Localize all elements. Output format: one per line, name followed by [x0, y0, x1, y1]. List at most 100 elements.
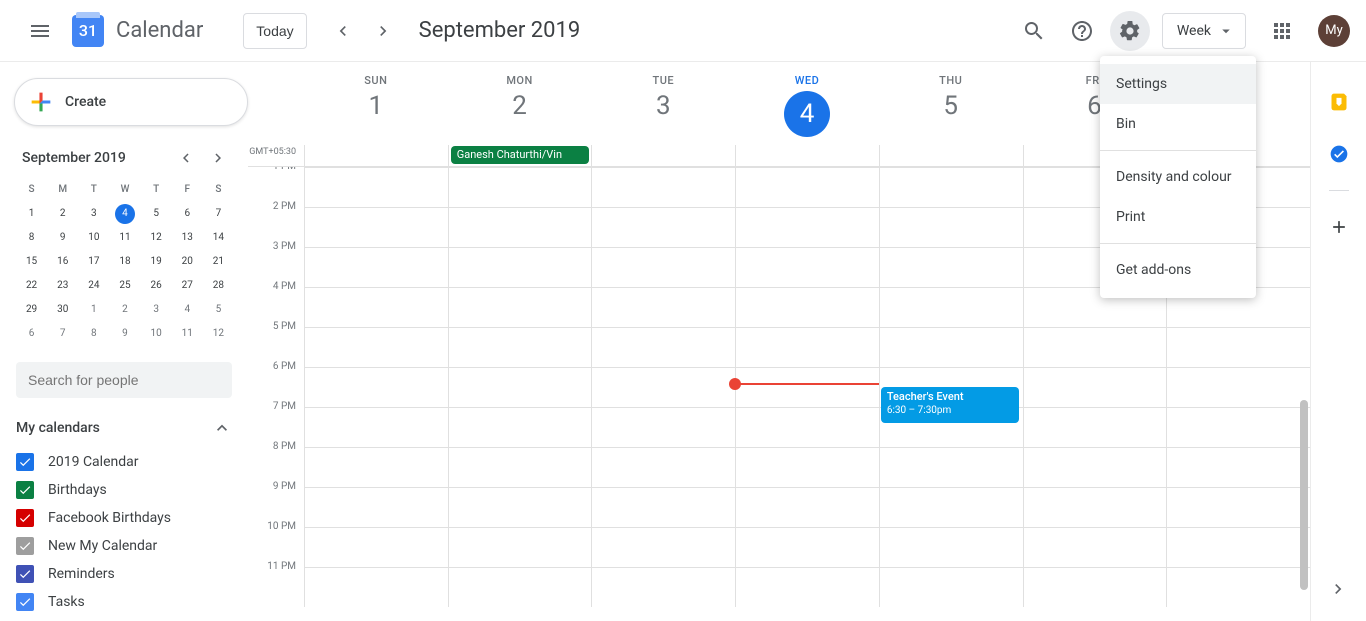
allday-cell[interactable] — [735, 145, 879, 166]
time-cell[interactable] — [448, 288, 592, 327]
mini-day[interactable]: 23 — [47, 274, 78, 298]
mini-prev-month[interactable] — [174, 146, 198, 170]
time-cell[interactable] — [1023, 448, 1167, 487]
time-cell[interactable] — [448, 328, 592, 367]
time-cell[interactable] — [1023, 568, 1167, 607]
time-cell[interactable] — [304, 408, 448, 447]
mini-day[interactable]: 11 — [172, 322, 203, 346]
time-cell[interactable] — [304, 368, 448, 407]
time-cell[interactable] — [735, 528, 879, 567]
time-cell[interactable] — [1023, 328, 1167, 367]
time-cell[interactable] — [591, 448, 735, 487]
mini-day[interactable]: 19 — [141, 250, 172, 274]
time-cell[interactable] — [591, 408, 735, 447]
time-cell[interactable] — [448, 168, 592, 207]
search-people-input[interactable] — [16, 362, 232, 398]
time-cell[interactable] — [879, 208, 1023, 247]
time-cell[interactable] — [591, 248, 735, 287]
time-cell[interactable] — [591, 328, 735, 367]
account-avatar[interactable]: My — [1318, 15, 1350, 47]
mini-day[interactable]: 7 — [47, 322, 78, 346]
time-cell[interactable] — [448, 488, 592, 527]
time-cell[interactable] — [1023, 408, 1167, 447]
time-cell[interactable] — [735, 448, 879, 487]
time-cell[interactable] — [448, 448, 592, 487]
time-cell[interactable] — [304, 208, 448, 247]
mini-next-month[interactable] — [206, 146, 230, 170]
time-cell[interactable] — [879, 528, 1023, 567]
time-cell[interactable] — [1166, 368, 1310, 407]
time-cell[interactable] — [448, 208, 592, 247]
allday-event[interactable]: Ganesh Chaturthi/Vin — [451, 146, 590, 164]
time-cell[interactable] — [879, 488, 1023, 527]
time-cell[interactable] — [304, 528, 448, 567]
time-cell[interactable] — [591, 368, 735, 407]
time-cell[interactable] — [591, 288, 735, 327]
settings-button[interactable] — [1110, 11, 1150, 51]
allday-cell[interactable] — [304, 145, 448, 166]
menu-bin[interactable]: Bin — [1100, 104, 1256, 144]
calendar-checkbox[interactable] — [16, 481, 34, 499]
calendar-checkbox[interactable] — [16, 537, 34, 555]
mini-day[interactable]: 1 — [16, 202, 47, 226]
mini-day[interactable]: 7 — [203, 202, 234, 226]
menu-addons[interactable]: Get add-ons — [1100, 250, 1256, 290]
scrollbar-thumb[interactable] — [1300, 400, 1308, 590]
calendar-checkbox[interactable] — [16, 509, 34, 527]
allday-cell[interactable] — [591, 145, 735, 166]
time-cell[interactable] — [1023, 488, 1167, 527]
time-cell[interactable] — [1166, 328, 1310, 367]
create-button[interactable]: Create — [14, 78, 248, 126]
time-cell[interactable] — [879, 328, 1023, 367]
time-cell[interactable] — [1023, 368, 1167, 407]
my-calendars-toggle[interactable]: My calendars — [16, 418, 232, 438]
prev-week-button[interactable] — [327, 15, 359, 47]
time-cell[interactable] — [879, 248, 1023, 287]
mini-day[interactable]: 2 — [47, 202, 78, 226]
calendar-checkbox[interactable] — [16, 565, 34, 583]
time-cell[interactable] — [304, 448, 448, 487]
mini-day[interactable]: 5 — [141, 202, 172, 226]
time-cell[interactable] — [304, 248, 448, 287]
time-cell[interactable] — [1023, 528, 1167, 567]
mini-day[interactable]: 10 — [141, 322, 172, 346]
mini-day[interactable]: 20 — [172, 250, 203, 274]
time-cell[interactable] — [1166, 448, 1310, 487]
mini-day[interactable]: 12 — [141, 226, 172, 250]
mini-day[interactable]: 11 — [109, 226, 140, 250]
day-column-header[interactable]: WED4 — [735, 62, 879, 145]
time-cell[interactable] — [591, 208, 735, 247]
mini-day[interactable]: 25 — [109, 274, 140, 298]
time-cell[interactable] — [735, 568, 879, 607]
mini-day[interactable]: 12 — [203, 322, 234, 346]
time-cell[interactable] — [879, 568, 1023, 607]
mini-day[interactable]: 6 — [172, 202, 203, 226]
mini-day[interactable]: 24 — [78, 274, 109, 298]
view-switcher[interactable]: Week — [1162, 13, 1246, 49]
time-cell[interactable] — [304, 288, 448, 327]
calendar-item[interactable]: New My Calendar — [16, 532, 232, 560]
day-column-header[interactable]: MON2 — [448, 62, 592, 145]
mini-day[interactable]: 4 — [172, 298, 203, 322]
time-cell[interactable] — [735, 328, 879, 367]
time-cell[interactable] — [304, 568, 448, 607]
day-column-header[interactable]: SUN1 — [304, 62, 448, 145]
day-column-header[interactable]: TUE3 — [591, 62, 735, 145]
time-cell[interactable] — [735, 488, 879, 527]
time-cell[interactable] — [1166, 528, 1310, 567]
day-column-header[interactable]: THU5 — [879, 62, 1023, 145]
allday-cell[interactable] — [879, 145, 1023, 166]
time-cell[interactable] — [1166, 568, 1310, 607]
calendar-checkbox[interactable] — [16, 593, 34, 611]
mini-day[interactable]: 6 — [16, 322, 47, 346]
menu-print[interactable]: Print — [1100, 197, 1256, 237]
mini-day[interactable]: 4 — [115, 204, 135, 224]
mini-day[interactable]: 17 — [78, 250, 109, 274]
time-cell[interactable] — [448, 408, 592, 447]
keep-button[interactable] — [1319, 82, 1359, 122]
time-cell[interactable] — [735, 208, 879, 247]
time-cell[interactable] — [591, 488, 735, 527]
time-cell[interactable] — [735, 408, 879, 447]
time-cell[interactable] — [879, 168, 1023, 207]
time-cell[interactable] — [448, 568, 592, 607]
